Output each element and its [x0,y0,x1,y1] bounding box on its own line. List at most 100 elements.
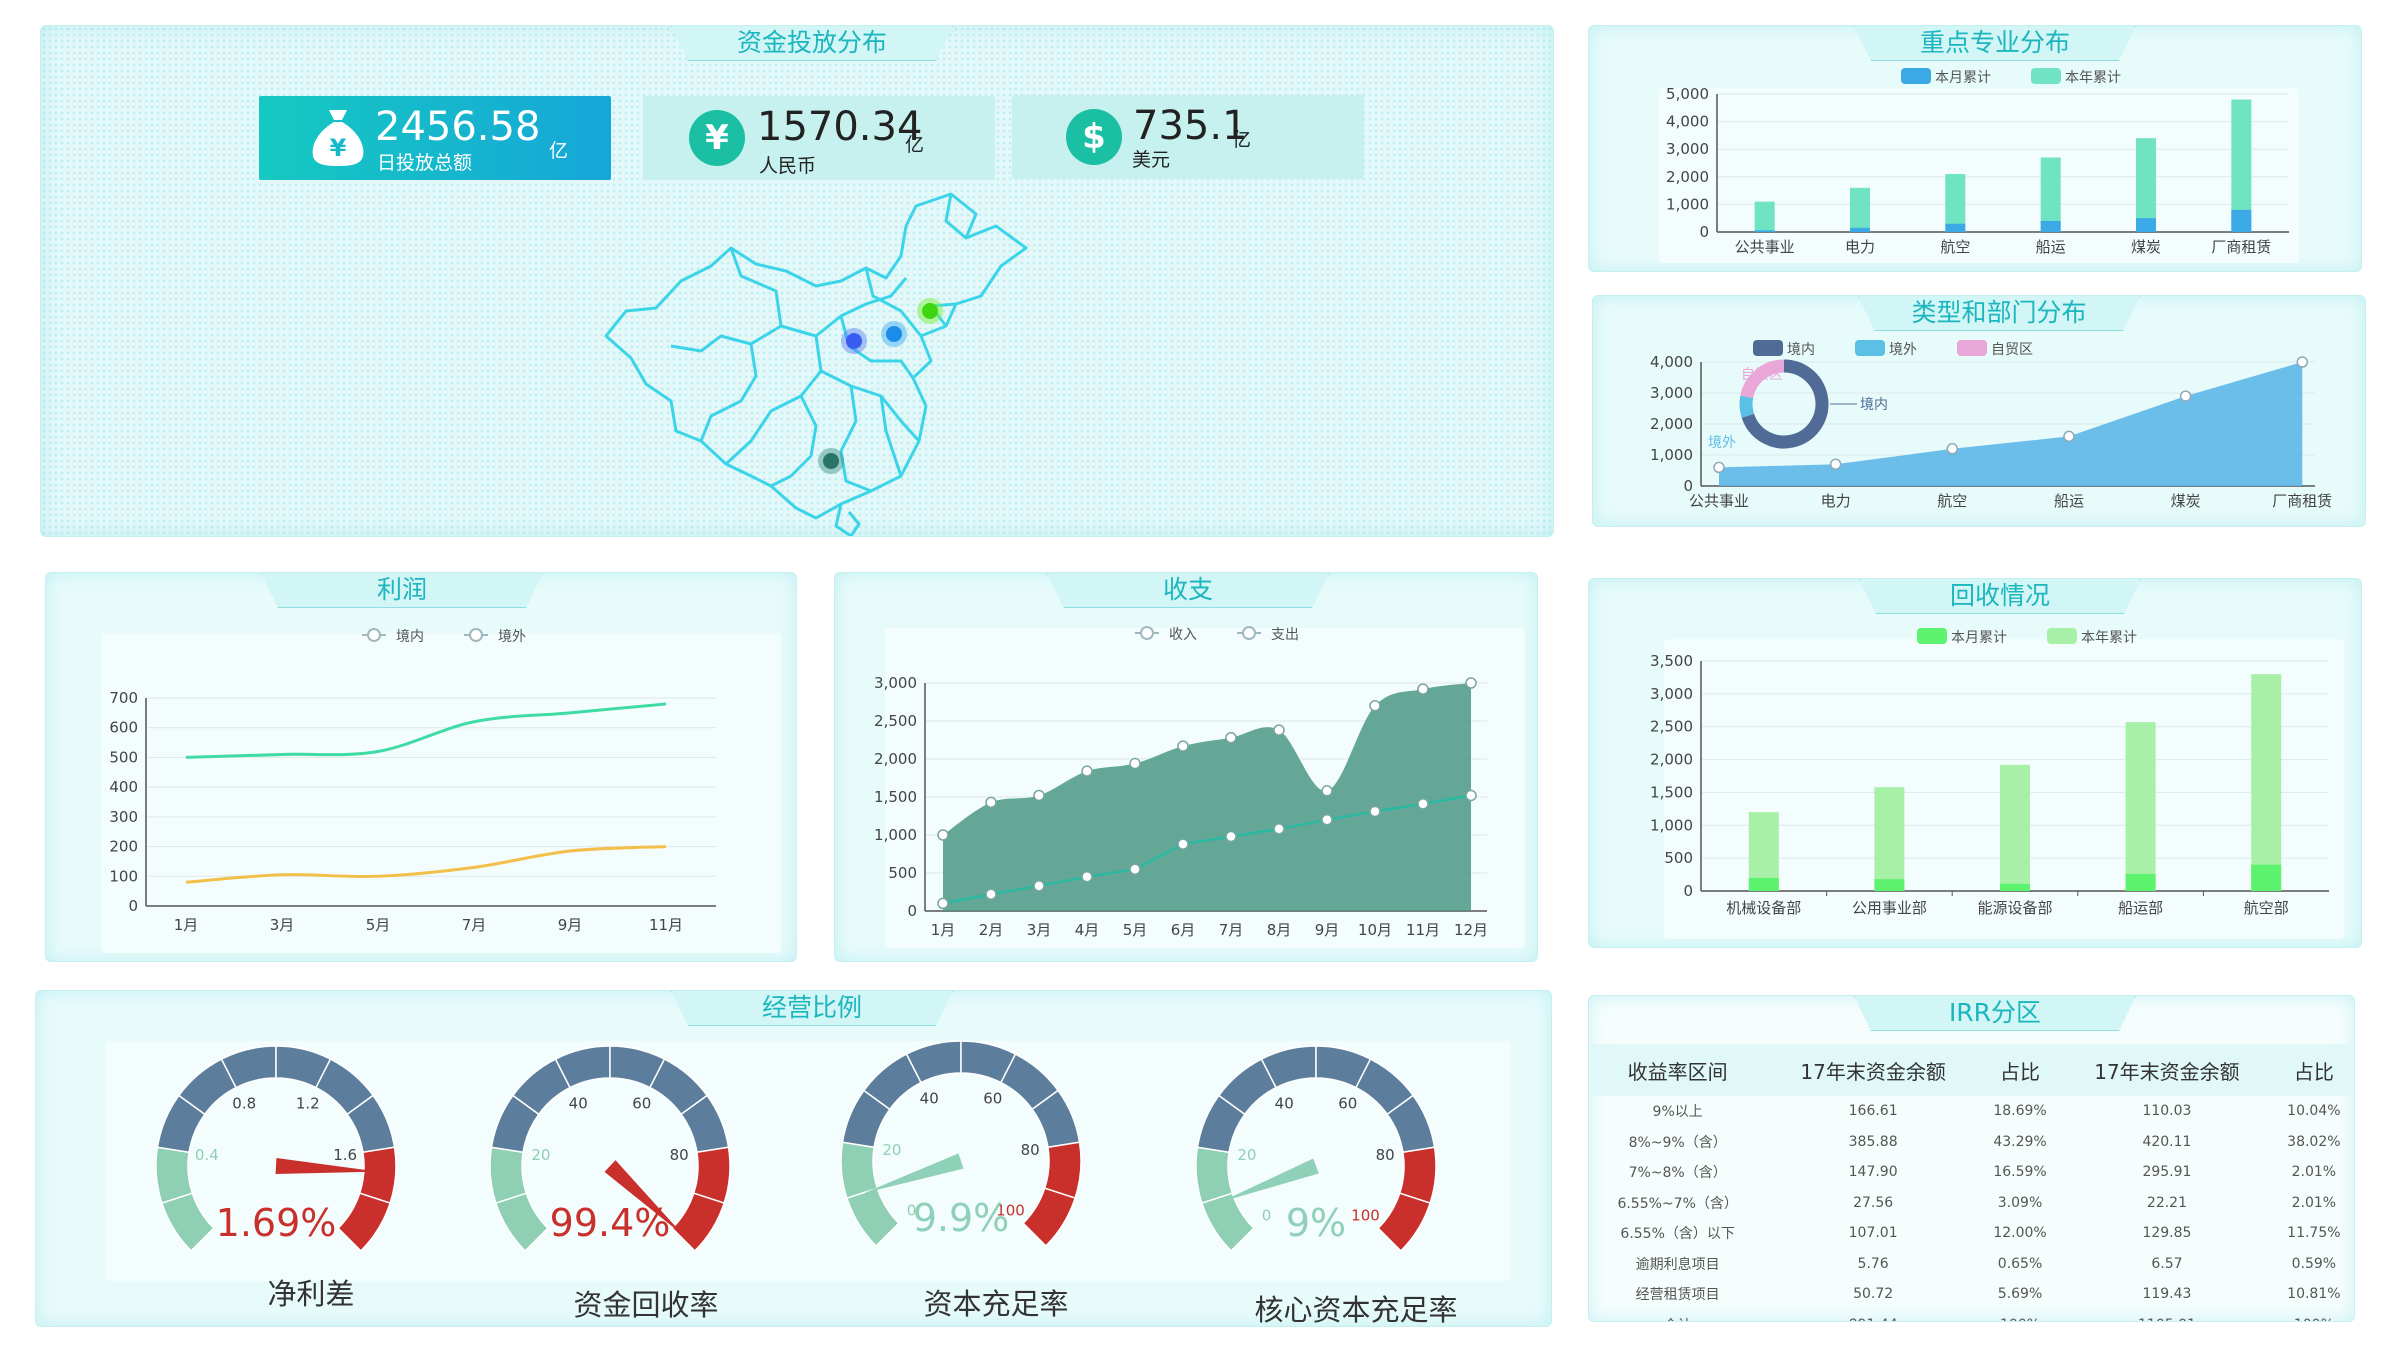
table-row: 合计891.44100%1105.01100% [1589,1310,2354,1321]
y-tick-label: 3,000 [1650,685,1693,703]
x-tick-label: 2月 [979,921,1004,939]
y-tick-label: 700 [109,689,138,707]
x-tick-label: 4月 [1075,921,1100,939]
table-cell: 10.04% [2287,1103,2341,1120]
table-row: 6.55%~7%（含） 27.56 3.09% 22.21 2.01% [1589,1188,2354,1219]
key-specialty-panel: 重点专业分布 0 1,000 2,000 3,000 4,000 5,000 本月累计 本年累… [1588,25,2362,272]
legend-marker [367,628,381,642]
gauge-tick-label: 40 [920,1090,939,1108]
x-tick-label: 电力 [1845,238,1875,256]
gauge-tick-label: 60 [632,1095,651,1113]
table-row: 逾期利息项目 5.76 0.65% 6.57 0.59% [1589,1249,2354,1280]
gauge-label-1: 净利差 [267,1277,355,1311]
gauge-segment [840,1141,879,1200]
income-expense-panel: 收支 0 500 1,000 1,500 2,000 2,500 3,000 收入 支出 1月 2月… [834,572,1538,962]
table-cell: 27.56 [1853,1194,1894,1211]
y-tick-label: 3,000 [1666,140,1709,158]
x-tick-label: 11月 [1406,921,1440,939]
data-point [937,829,949,841]
bar [2000,883,2030,891]
x-tick-label: 公用事业部 [1852,899,1927,917]
table-cell: 逾期利息项目 [1635,1256,1720,1273]
gauge-tick-label: 20 [1237,1146,1256,1164]
pie-label: 境外 [1708,435,1736,451]
x-tick-label: 机械设备部 [1726,899,1801,917]
irr-table: 收益率区间 17年末资金余额 占比 17年末资金余额 占比 9%以上 166.61… [1589,1044,2354,1321]
table-row: 9%以上 166.61 18.69% 110.03 10.04% [1589,1096,2354,1127]
data-point [1177,838,1189,850]
data-point [985,796,997,809]
legend-marker [469,628,483,642]
china-map [604,192,1028,536]
gauge-tick-label: 20 [531,1146,550,1164]
table-row: 7%~8%（含） 147.90 16.59% 295.91 2.01% [1589,1157,2354,1188]
x-tick-label: 船运 [2036,238,2066,256]
data-point [985,888,997,901]
x-tick-label: 1月 [931,921,956,939]
table-cell: 1105.01 [2060,1310,2274,1321]
kpi-rmb-value: 1570.34 [757,104,923,150]
table-cell: 420.11 [2142,1133,2192,1150]
bar [1945,223,1966,232]
y-tick-label: 2,000 [1650,751,1693,769]
table-cell: 3.09% [1997,1194,2043,1211]
table-cell: 6.55%（含）以下 [1620,1226,1735,1243]
legend-marker [1901,68,1931,84]
data-point [1033,880,1045,892]
investment-title: 资金投放分布 [671,26,953,61]
table-row: 8%~9%（含） 385.88 43.29% 420.11 38.02% [1589,1127,2354,1158]
legend-label: 境内 [1787,342,1815,358]
x-tick-label: 9月 [558,916,583,934]
data-point [1417,798,1429,810]
profit-panel: 利润 0 100 200 300 400 500 600 700 境内 境外 1月 3月 5月 7月 9月 1… [45,572,797,962]
gauge-tick-label: 0.8 [232,1095,256,1113]
y-tick-label: 3,000 [874,674,917,692]
bar [2251,864,2282,891]
kpi-usd-label: 美元 [1132,149,1171,171]
x-tick-label: 煤炭 [2171,492,2201,510]
bar [1850,187,1870,232]
gauge-segment [671,1192,726,1252]
y-tick-label: 500 [109,748,138,766]
y-tick-label: 600 [109,719,138,737]
y-tick-label: 200 [109,838,138,856]
legend-label: 境外 [498,629,526,645]
y-tick-label: 0 [1699,223,1709,241]
gauge-tick-label: 80 [670,1146,689,1164]
gauge-segment [1195,1146,1234,1205]
bar [2136,218,2156,232]
gauge-needle [1220,1158,1319,1203]
recovery-panel: 回收情况 0 500 1,000 1,500 2,000 2,500 3,000 3,500 本… [1588,578,2362,948]
table-cell: 100% [1980,1310,2060,1321]
gauge-segment [155,1146,194,1205]
gauge-tick-label: 1.6 [333,1146,357,1164]
x-tick-label: 煤炭 [2131,238,2161,256]
x-tick-label: 8月 [1267,921,1292,939]
gauge-tick-label: 40 [569,1095,588,1113]
gauge-tick-label: 1.2 [296,1095,320,1113]
data-point [1033,789,1045,802]
x-tick-label: 3月 [1027,921,1052,939]
y-tick-label: 500 [888,864,917,882]
bar [1874,787,1905,891]
legend-marker [1140,626,1154,640]
x-tick-label: 10月 [1358,921,1392,939]
gauge-label-2: 资金回收率 [573,1288,719,1322]
bar [2125,722,2156,891]
data-point [1465,677,1477,689]
legend-marker [2047,628,2077,644]
table-cell: 43.29% [1993,1133,2047,1150]
gauge-tick-label: 60 [1338,1095,1357,1113]
data-point [1321,814,1333,826]
data-point [937,897,949,910]
table-cell: 5.69% [1997,1286,2043,1303]
kpi-usd-value: 735.1 [1133,103,1248,149]
table-row: 6.55%（含）以下 107.01 12.00% 129.85 11.75% [1589,1218,2354,1249]
y-tick-label: 500 [1664,849,1693,867]
table-cell: 22.21 [2146,1194,2187,1211]
table-cell: 8%~9%（含） [1628,1134,1727,1151]
bar [2136,138,2156,232]
x-tick-label: 航空 [1940,238,1970,256]
data-point [2296,356,2309,368]
data-point [1946,443,1959,455]
